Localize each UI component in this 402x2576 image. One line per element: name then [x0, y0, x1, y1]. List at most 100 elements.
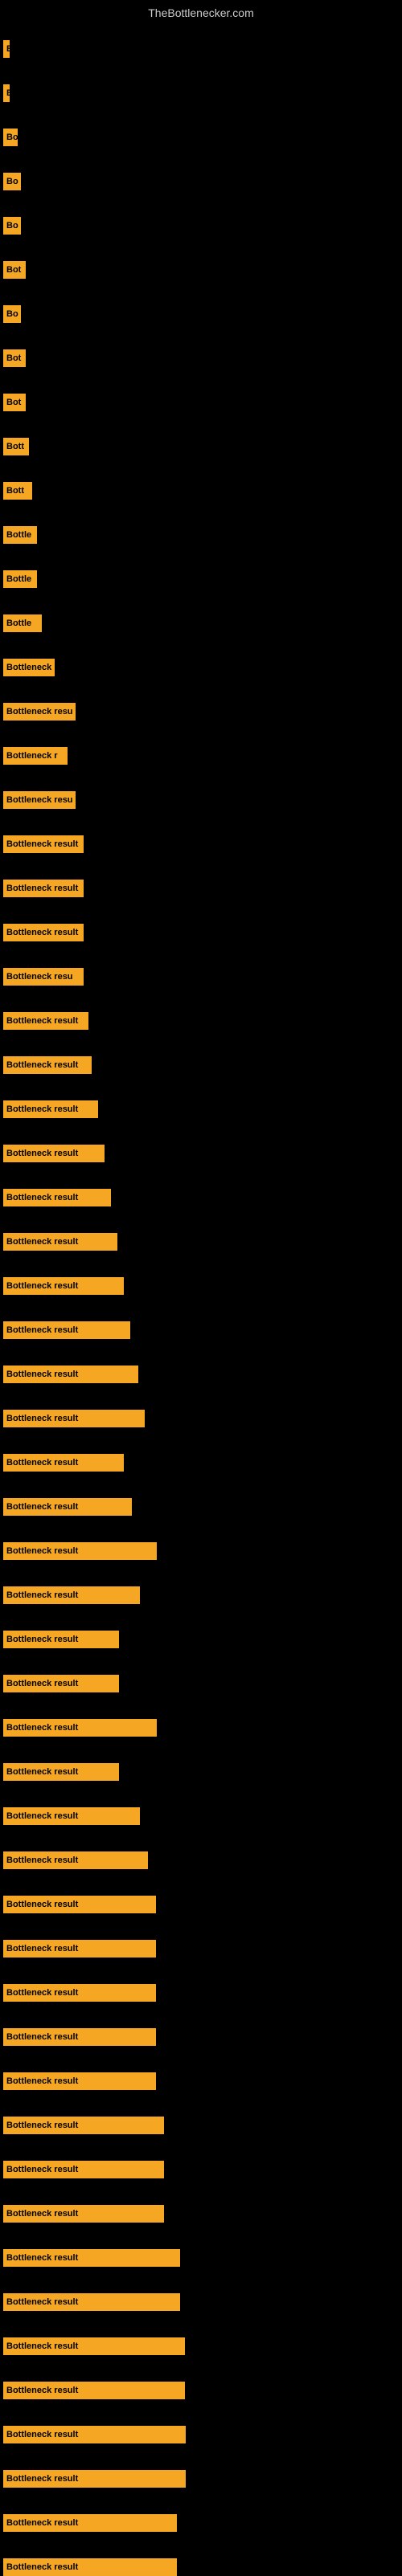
bar-label: Bot [6, 265, 21, 275]
bar-row: Bottleneck [3, 659, 55, 676]
bar-label: Bottleneck result [6, 2474, 78, 2484]
bar: Bottleneck result [3, 1851, 148, 1869]
bar-row: Bottleneck result [3, 1719, 157, 1737]
bar: Bottleneck resu [3, 791, 76, 809]
bar-row: Bott [3, 438, 29, 455]
bar: Bottleneck result [3, 1631, 119, 1648]
bar-label: Bo [6, 221, 18, 231]
bar: B [3, 84, 10, 102]
bar-row: Bottleneck result [3, 2028, 156, 2046]
bar: Bottleneck result [3, 2426, 186, 2443]
bar-label: Bottleneck result [6, 1149, 78, 1158]
bar: Bottleneck result [3, 1366, 138, 1383]
bar-row: Bottleneck result [3, 1542, 157, 1560]
bar-row: Bot [3, 261, 26, 279]
bar-label: Bottleneck result [6, 2253, 78, 2263]
bar: Bot [3, 394, 26, 411]
bar-row: Bottleneck result [3, 1233, 117, 1251]
bar-label: Bottleneck result [6, 2165, 78, 2174]
bar-row: Bottleneck result [3, 2205, 164, 2223]
bar-row: Bottleneck result [3, 2558, 177, 2576]
bar-row: Bottleneck result [3, 1984, 156, 2002]
bar-label: Bottleneck result [6, 1104, 78, 1114]
bar-row: Bo [3, 305, 21, 323]
bar: Bottleneck result [3, 1189, 111, 1206]
bar: Bottleneck result [3, 2337, 185, 2355]
bar-label: Bottleneck resu [6, 795, 73, 805]
bar: Bott [3, 438, 29, 455]
bar: Bottleneck resu [3, 703, 76, 721]
bar-row: Bottleneck result [3, 835, 84, 853]
bar-row: Bottleneck resu [3, 791, 76, 809]
bar-row: B [3, 40, 10, 58]
bar-label: Bottleneck result [6, 1855, 78, 1865]
bar-label: Bottleneck result [6, 1370, 78, 1379]
bar-label: Bottleneck result [6, 839, 78, 849]
bar-row: Bottleneck result [3, 1100, 98, 1118]
bar: Bottleneck result [3, 1719, 157, 1737]
bar-row: Bottleneck result [3, 2249, 180, 2267]
bar: Bottleneck result [3, 2161, 164, 2178]
bar: Bottleneck result [3, 2382, 185, 2399]
bar-row: Bo [3, 217, 21, 235]
bar-label: B [6, 44, 10, 54]
bar-row: Bottleneck result [3, 1675, 119, 1692]
bar-label: Bottleneck result [6, 1944, 78, 1953]
bar-label: Bot [6, 353, 21, 363]
bar-label: Bottleneck result [6, 2562, 78, 2572]
bar-row: Bottleneck result [3, 1321, 130, 1339]
bar-label: Bottleneck result [6, 2297, 78, 2307]
bar-label: Bottleneck r [6, 751, 58, 761]
bar: Bottleneck result [3, 1940, 156, 1958]
bar-label: Bottleneck resu [6, 972, 73, 982]
bar-row: Bottleneck result [3, 2117, 164, 2134]
bar: Bottleneck result [3, 1454, 124, 1472]
bar: Bottleneck result [3, 2249, 180, 2267]
bar: Bottleneck result [3, 835, 84, 853]
bar: Bottleneck result [3, 1277, 124, 1295]
bar-label: Bottle [6, 618, 31, 628]
bar: Bottleneck result [3, 924, 84, 941]
bar-row: Bottleneck result [3, 2426, 186, 2443]
bar: Bottleneck result [3, 2470, 186, 2488]
bar-row: Bottleneck r [3, 747, 68, 765]
bar: Bottle [3, 614, 42, 632]
bar-label: Bottleneck result [6, 1502, 78, 1512]
bar: Bottleneck result [3, 1498, 132, 1516]
bar: Bott [3, 482, 32, 500]
bar-row: Bottleneck result [3, 880, 84, 897]
bar-label: Bottle [6, 574, 31, 584]
bar-row: Bottleneck result [3, 1056, 92, 1074]
bar-label: Bottleneck result [6, 1237, 78, 1247]
bar-label: Bottleneck result [6, 1590, 78, 1600]
bar: Bottle [3, 526, 37, 544]
bar-label: Bottleneck result [6, 1767, 78, 1777]
bar-label: Bo [6, 309, 18, 319]
bar-row: Bottleneck result [3, 1366, 138, 1383]
bar-row: Bot [3, 349, 26, 367]
bar-label: Bottleneck result [6, 1458, 78, 1468]
bar-label: Bottleneck result [6, 1635, 78, 1644]
bar-row: Bo [3, 129, 18, 146]
bar: Bottleneck result [3, 1896, 156, 1913]
bar: Bottleneck result [3, 2072, 156, 2090]
bar: Bottleneck result [3, 1410, 145, 1427]
bar-label: Bottleneck result [6, 1546, 78, 1556]
bar-row: Bottleneck result [3, 2293, 180, 2311]
bar-label: Bottleneck result [6, 1811, 78, 1821]
bar: Bot [3, 261, 26, 279]
bar-label: Bottleneck result [6, 1900, 78, 1909]
bar-row: Bottleneck result [3, 1145, 105, 1162]
bar-row: Bottleneck result [3, 1896, 156, 1913]
bar-row: Bottleneck result [3, 1851, 148, 1869]
bar-row: Bottleneck resu [3, 968, 84, 986]
bar: B [3, 40, 10, 58]
bar: Bottleneck result [3, 1763, 119, 1781]
bar-row: Bottleneck result [3, 1807, 140, 1825]
bar-label: Bottleneck result [6, 884, 78, 893]
bar: Bottleneck result [3, 2028, 156, 2046]
bar-row: Bottleneck result [3, 2514, 177, 2532]
bar-label: Bottleneck result [6, 1193, 78, 1202]
bar-label: Bottleneck result [6, 1016, 78, 1026]
bar: Bo [3, 129, 18, 146]
